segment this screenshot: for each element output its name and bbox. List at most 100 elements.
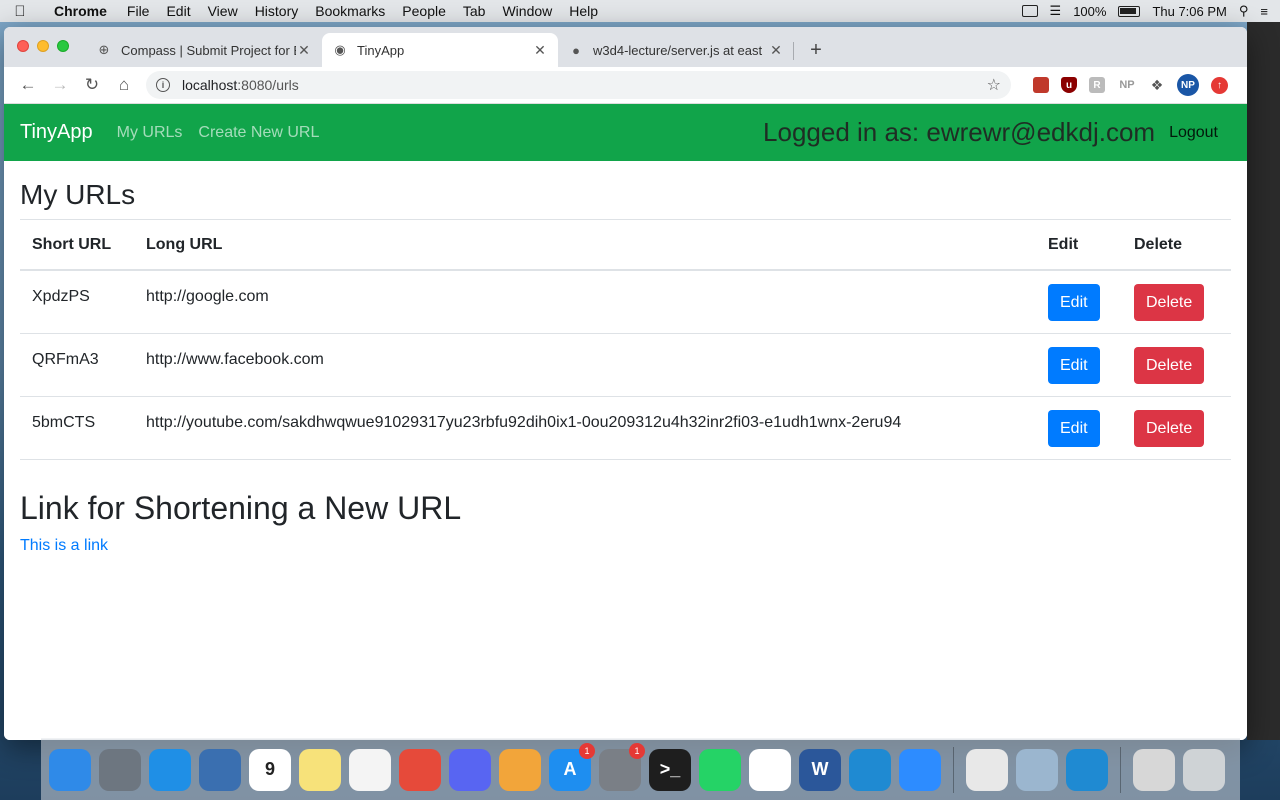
globe-icon: ◉	[334, 42, 346, 57]
zoom-icon[interactable]	[899, 748, 941, 791]
app-brand[interactable]: TinyApp	[20, 121, 93, 144]
word-icon[interactable]: W	[799, 748, 841, 791]
menu-tab[interactable]: Tab	[463, 3, 486, 19]
zoom-status-icon[interactable]	[1021, 5, 1038, 17]
browser-toolbar: ← → ↻ ⌂ i localhost:8080/urls ☆ u R NP ❖…	[4, 67, 1247, 104]
tab-title: w3d4-lecture/server.js at east	[593, 42, 763, 58]
reader-icon[interactable]: R	[1089, 77, 1105, 93]
trash-icon[interactable]	[1183, 748, 1225, 791]
puzzle-icon[interactable]: ❖	[1149, 77, 1165, 93]
bookmark-icon[interactable]	[1033, 77, 1049, 93]
reload-icon[interactable]: ↻	[76, 71, 108, 99]
minimize-window-button[interactable]	[37, 40, 49, 52]
ublock-icon[interactable]: u	[1061, 77, 1077, 93]
menu-file[interactable]: File	[127, 3, 150, 19]
nav-my-urls[interactable]: My URLs	[117, 124, 183, 142]
edit-button[interactable]: Edit	[1048, 284, 1100, 321]
battery-percent[interactable]: 100%	[1073, 4, 1106, 19]
slack-icon[interactable]	[749, 748, 791, 791]
vscode-icon[interactable]	[849, 748, 891, 791]
profile-avatar[interactable]: NP	[1177, 74, 1199, 96]
notification-badge: 1	[579, 742, 595, 759]
whatsapp-icon[interactable]	[699, 748, 741, 791]
menu-app-name[interactable]: Chrome	[54, 3, 107, 19]
address-bar[interactable]: i localhost:8080/urls ☆	[146, 71, 1011, 99]
terminal-icon[interactable]: >_	[649, 748, 691, 791]
menu-bookmarks[interactable]: Bookmarks	[315, 3, 385, 19]
battery-icon[interactable]	[1118, 5, 1141, 17]
menu-edit[interactable]: Edit	[166, 3, 190, 19]
tab-title: Compass | Submit Project for E	[121, 42, 296, 58]
shorten-section-heading: Link for Shortening a New URL	[20, 489, 462, 526]
np-icon[interactable]: NP	[1117, 77, 1137, 93]
launchpad-icon[interactable]	[99, 748, 141, 791]
long-url-cell: http://youtube.com/sakdhwqwue91029317yu2…	[134, 396, 1036, 460]
page-content: TinyApp My URLs Create New URL Logged in…	[4, 104, 1247, 740]
notification-center-icon[interactable]: ≡	[1260, 4, 1268, 19]
downloads-icon[interactable]	[1133, 748, 1175, 791]
page-title: My URLs	[20, 179, 136, 210]
edit-button[interactable]: Edit	[1048, 409, 1100, 447]
apple-menu-icon[interactable]: 	[0, 3, 40, 20]
short-url-cell: 5bmCTS	[20, 396, 134, 460]
nav-create-new-url[interactable]: Create New URL	[198, 124, 319, 142]
long-url-cell: http://google.com	[134, 270, 1036, 334]
table-row: QRFmA3 http://www.facebook.com Edit Dele…	[20, 333, 1231, 397]
system-preferences-icon[interactable]: 1	[599, 742, 645, 791]
short-url-cell: XpdzPS	[20, 270, 134, 334]
extensions-area: u R NP ❖ NP ↑	[1033, 74, 1228, 96]
tab-strip: ⊕ Compass | Submit Project for E ✕ ◉ Tin…	[4, 27, 1247, 67]
forward-arrow-icon[interactable]: →	[44, 71, 76, 99]
discord-icon[interactable]	[449, 748, 491, 791]
new-tab-button[interactable]: +	[802, 36, 830, 64]
back-arrow-icon[interactable]: ←	[12, 71, 44, 99]
delete-button[interactable]: Delete	[1134, 346, 1205, 384]
macos-dock: 9 A 1 1 >_ W	[41, 738, 1240, 800]
dock-icon-label: >_	[659, 759, 681, 779]
notes-icon[interactable]	[299, 748, 341, 791]
address-url[interactable]: localhost:8080/urls	[182, 77, 987, 93]
safari-icon[interactable]	[149, 748, 191, 791]
app-navbar: TinyApp My URLs Create New URL Logged in…	[4, 104, 1247, 161]
dock-divider	[1120, 746, 1121, 793]
menu-people[interactable]: People	[402, 3, 446, 19]
column-header-short-url: Short URL	[20, 219, 134, 271]
photos-icon[interactable]	[499, 748, 541, 791]
update-icon[interactable]: ↑	[1211, 76, 1228, 94]
wifi-icon[interactable]: ☰	[1050, 3, 1062, 19]
app-store-icon[interactable]: A1	[549, 742, 595, 791]
tab-github[interactable]: ● w3d4-lecture/server.js at east ✕	[558, 33, 794, 67]
home-icon[interactable]: ⌂	[108, 71, 140, 99]
reminders-icon[interactable]	[349, 748, 391, 791]
document-stack-icon[interactable]	[966, 748, 1008, 791]
vscode-stack-icon[interactable]	[1066, 748, 1108, 791]
spotlight-search-icon[interactable]: ⚲	[1239, 3, 1249, 19]
finder-icon[interactable]	[49, 748, 91, 791]
menu-window[interactable]: Window	[502, 3, 552, 19]
menubar-clock[interactable]: Thu 7:06 PM	[1152, 4, 1226, 19]
delete-button[interactable]: Delete	[1134, 284, 1205, 321]
fullscreen-window-button[interactable]	[57, 40, 69, 52]
chrome-icon[interactable]	[399, 748, 441, 791]
image-stack-icon[interactable]	[1016, 748, 1058, 791]
preview-app-icon[interactable]	[199, 748, 241, 791]
edit-button[interactable]: Edit	[1048, 346, 1100, 384]
close-tab-icon[interactable]: ✕	[532, 42, 548, 59]
menu-view[interactable]: View	[208, 3, 238, 19]
notification-badge: 1	[629, 742, 645, 759]
delete-button[interactable]: Delete	[1134, 409, 1205, 447]
tab-compass[interactable]: ⊕ Compass | Submit Project for E ✕	[86, 33, 322, 67]
close-window-button[interactable]	[17, 40, 29, 52]
bookmark-star-icon[interactable]: ☆	[987, 75, 1001, 95]
menu-help[interactable]: Help	[569, 3, 598, 19]
logout-button[interactable]: Logout	[1169, 124, 1218, 142]
close-tab-icon[interactable]: ✕	[296, 42, 312, 59]
shorten-link[interactable]: This is a link	[20, 537, 108, 554]
close-tab-icon[interactable]: ✕	[768, 42, 784, 59]
menu-history[interactable]: History	[255, 3, 299, 19]
calendar-icon[interactable]: 9	[249, 748, 291, 791]
site-info-icon[interactable]: i	[156, 78, 170, 92]
tab-tinyapp[interactable]: ◉ TinyApp ✕	[322, 33, 558, 67]
window-controls	[17, 40, 69, 52]
url-path: :8080/urls	[237, 77, 299, 93]
